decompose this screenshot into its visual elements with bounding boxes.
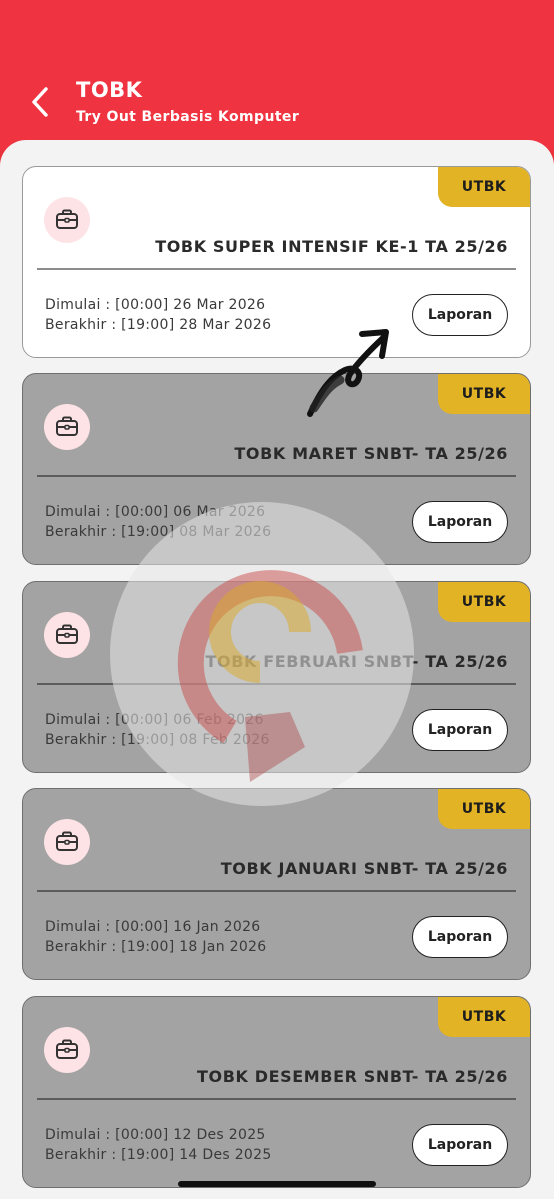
tryout-title: TOBK JANUARI SNBT- TA 25/26 <box>220 859 508 878</box>
schedule: Dimulai : [00:00] 26 Mar 2026 Berakhir :… <box>45 295 271 335</box>
tryout-list[interactable]: UTBK TOBK SUPER INTENSIF KE-1 TA 25/26 D… <box>0 140 554 1199</box>
briefcase-icon <box>44 197 90 243</box>
end-date: Berakhir : [19:00] 28 Mar 2026 <box>45 317 272 333</box>
tryout-card[interactable]: UTBK TOBK JANUARI SNBT- TA 25/26 Dimulai… <box>22 788 531 980</box>
end-date: Berakhir : [19:00] 14 Des 2025 <box>45 1147 272 1163</box>
category-badge: UTBK <box>438 167 530 207</box>
tryout-title: TOBK DESEMBER SNBT- TA 25/26 <box>197 1067 508 1086</box>
laporan-button[interactable]: Laporan <box>412 501 508 543</box>
schedule: Dimulai : [00:00] 12 Des 2025 Berakhir :… <box>45 1125 272 1165</box>
laporan-button[interactable]: Laporan <box>412 709 508 751</box>
tryout-title: TOBK FEBRUARI SNBT- TA 25/26 <box>205 652 508 671</box>
category-badge: UTBK <box>438 582 530 622</box>
app-header: TOBK Try Out Berbasis Komputer <box>0 0 554 150</box>
laporan-button[interactable]: Laporan <box>412 294 508 336</box>
page-subtitle: Try Out Berbasis Komputer <box>76 109 300 125</box>
tryout-title: TOBK MARET SNBT- TA 25/26 <box>234 444 508 463</box>
category-badge: UTBK <box>438 789 530 829</box>
end-date: Berakhir : [19:00] 18 Jan 2026 <box>45 939 267 955</box>
card-divider <box>37 268 516 270</box>
briefcase-icon <box>44 404 90 450</box>
tryout-title: TOBK SUPER INTENSIF KE-1 TA 25/26 <box>155 237 508 256</box>
start-date: Dimulai : [00:00] 26 Mar 2026 <box>45 297 266 313</box>
card-divider <box>37 475 516 477</box>
tryout-card[interactable]: UTBK TOBK SUPER INTENSIF KE-1 TA 25/26 D… <box>22 166 531 358</box>
briefcase-icon <box>44 612 90 658</box>
briefcase-icon <box>44 1027 90 1073</box>
start-date: Dimulai : [00:00] 12 Des 2025 <box>45 1127 266 1143</box>
category-badge: UTBK <box>438 374 530 414</box>
start-date: Dimulai : [00:00] 16 Jan 2026 <box>45 919 261 935</box>
schedule: Dimulai : [00:00] 16 Jan 2026 Berakhir :… <box>45 917 266 957</box>
start-date: Dimulai : [00:00] 06 Mar 2026 <box>45 504 266 520</box>
card-divider <box>37 683 516 685</box>
card-divider <box>37 1098 516 1100</box>
home-indicator <box>178 1181 376 1187</box>
schedule: Dimulai : [00:00] 06 Mar 2026 Berakhir :… <box>45 502 271 542</box>
tryout-card[interactable]: UTBK TOBK DESEMBER SNBT- TA 25/26 Dimula… <box>22 996 531 1188</box>
category-badge: UTBK <box>438 997 530 1037</box>
end-date: Berakhir : [19:00] 08 Feb 2026 <box>45 732 270 748</box>
schedule: Dimulai : [00:00] 06 Feb 2026 Berakhir :… <box>45 710 270 750</box>
tryout-card[interactable]: UTBK TOBK MARET SNBT- TA 25/26 Dimulai :… <box>22 373 531 565</box>
end-date: Berakhir : [19:00] 08 Mar 2026 <box>45 524 272 540</box>
chevron-left-icon <box>32 87 48 117</box>
start-date: Dimulai : [00:00] 06 Feb 2026 <box>45 712 264 728</box>
laporan-button[interactable]: Laporan <box>412 1124 508 1166</box>
laporan-button[interactable]: Laporan <box>412 916 508 958</box>
briefcase-icon <box>44 819 90 865</box>
card-divider <box>37 890 516 892</box>
tryout-card[interactable]: UTBK TOBK FEBRUARI SNBT- TA 25/26 Dimula… <box>22 581 531 773</box>
page-title: TOBK <box>76 78 143 102</box>
back-button[interactable] <box>22 82 58 122</box>
